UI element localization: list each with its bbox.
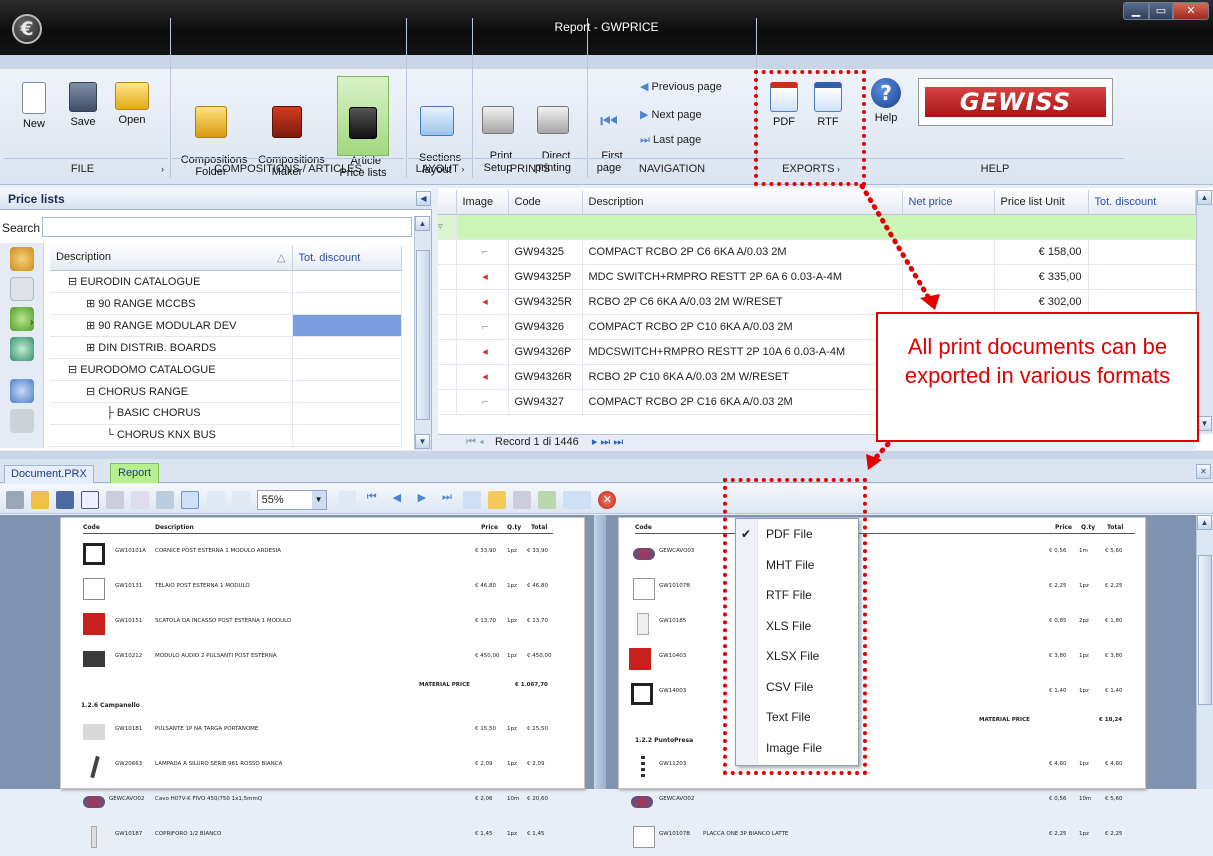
callout-connectors — [859, 183, 940, 470]
product-image — [631, 796, 653, 808]
product-image — [83, 796, 105, 808]
preview-row: GW10107B PLACCA ONE 3P BIANCO LATTE € 2,25… — [619, 821, 1139, 856]
product-image — [91, 826, 97, 848]
preview-row: GW10187 COPRIFORO 1/2 BIANCO € 1,45 1pz € 1,… — [71, 821, 571, 856]
preview-row: GEWCAVO02 € 0,56 10m € 5,60 — [619, 786, 1139, 821]
arrow-head-icon — [920, 294, 940, 310]
product-image — [633, 826, 655, 848]
preview-row: GEWCAVO02 Cavo H07V-K FIVO 450/750 1x1,5m… — [71, 786, 571, 821]
callout-arrow-up — [859, 183, 933, 303]
